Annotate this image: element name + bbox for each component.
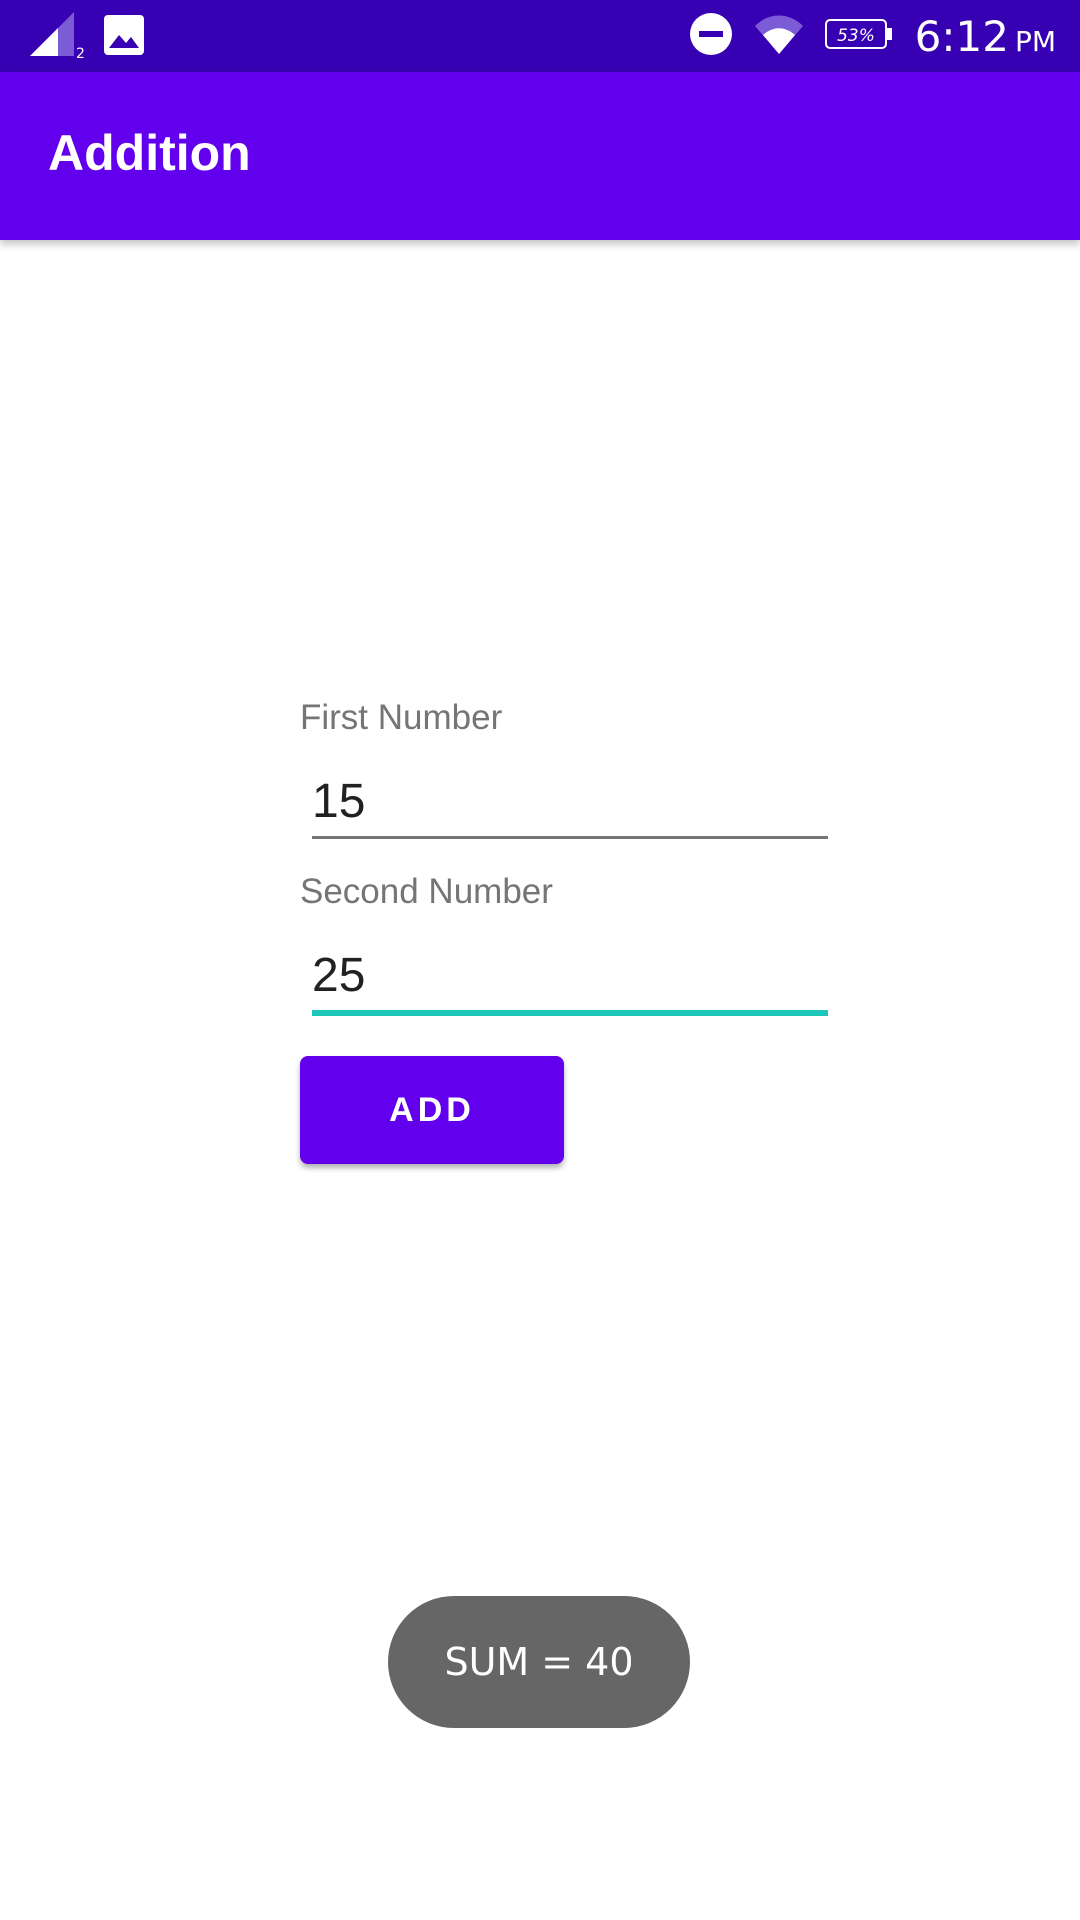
first-number-underline	[312, 836, 828, 839]
battery-percent: 53%	[837, 26, 875, 46]
sum-toast-text: SUM = 40	[444, 1640, 634, 1684]
image-icon	[104, 14, 144, 60]
signal-icon: 2	[28, 11, 86, 63]
add-button[interactable]: ADD	[300, 1056, 564, 1164]
battery-icon: 53%	[824, 18, 893, 55]
app-title: Addition	[48, 125, 251, 181]
second-number-input[interactable]	[312, 940, 828, 1010]
clock: 6:12 PM	[915, 12, 1056, 61]
first-number-input[interactable]	[312, 766, 828, 836]
second-number-underline	[312, 1010, 828, 1016]
clock-ampm: PM	[1014, 24, 1056, 58]
sum-toast: SUM = 40	[388, 1596, 690, 1728]
app-bar: Addition	[0, 72, 1080, 240]
status-bar-right: 53% 6:12 PM	[689, 0, 1056, 72]
wifi-icon	[754, 14, 803, 59]
clock-time: 6:12	[914, 11, 1009, 61]
dnd-icon	[689, 12, 733, 61]
first-number-label: First Number	[300, 698, 503, 737]
status-bar: 2 53% 6:12 PM	[0, 0, 1080, 72]
second-number-label: Second Number	[300, 872, 553, 911]
status-bar-left: 2	[28, 11, 144, 63]
sim-number: 2	[76, 46, 85, 58]
